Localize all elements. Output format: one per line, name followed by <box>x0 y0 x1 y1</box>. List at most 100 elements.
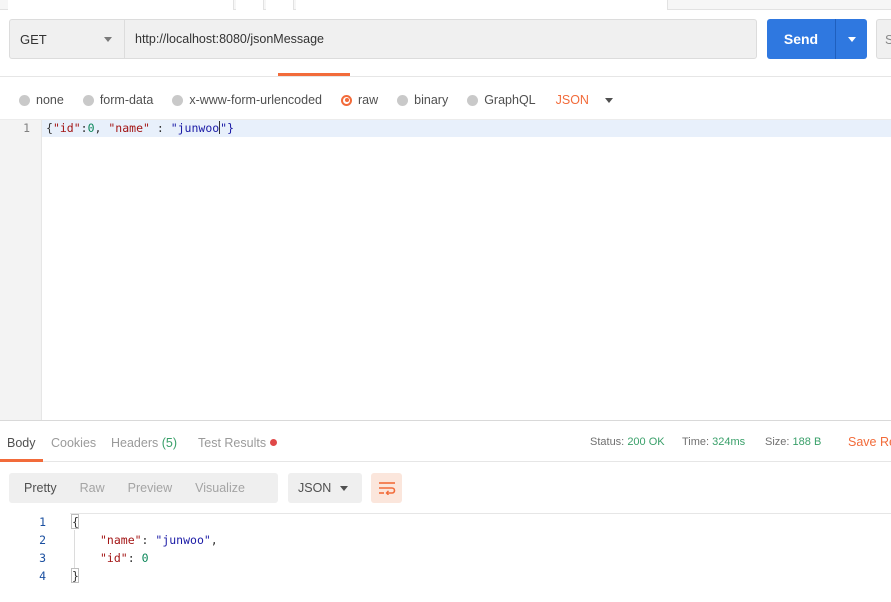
code-line: } <box>72 569 79 583</box>
format-raw[interactable]: Raw <box>80 481 105 495</box>
response-size: Size: 188 B <box>765 436 821 448</box>
body-type-urlencoded[interactable]: x-www-form-urlencoded <box>172 93 322 107</box>
line-number: 1 <box>23 121 30 135</box>
code-token: : <box>149 121 171 135</box>
line-number: 3 <box>39 551 46 565</box>
size-label: Size: <box>765 436 790 448</box>
code-token: "junwoo" <box>155 533 211 547</box>
code-line: { <box>72 515 79 529</box>
status-value: 200 OK <box>627 436 665 448</box>
body-type-label: none <box>36 93 64 107</box>
response-time: Time: 324ms <box>682 436 745 448</box>
send-options-button[interactable] <box>835 19 867 59</box>
method-select[interactable]: GET <box>9 19 125 59</box>
body-type-label: binary <box>414 93 449 107</box>
code-token: , <box>210 533 218 547</box>
tab-strip <box>0 0 891 10</box>
body-type-none[interactable]: none <box>19 93 64 107</box>
body-format-select[interactable]: JSON <box>556 93 613 107</box>
code-token: { <box>46 121 53 135</box>
time-value: 324ms <box>712 436 746 448</box>
tab-headers[interactable]: Headers (5) <box>111 436 177 450</box>
send-label: Send <box>783 31 819 47</box>
tab-headers-label: Headers <box>111 436 159 450</box>
size-value: 188 B <box>792 436 822 448</box>
tab-test-results[interactable]: Test Results <box>198 436 278 450</box>
indent-guide <box>74 530 75 568</box>
code-token: 0 <box>87 121 95 135</box>
tab-test-results-label: Test Results <box>198 436 267 450</box>
body-type-label: x-www-form-urlencoded <box>189 93 322 107</box>
send-button[interactable]: Send <box>767 19 867 59</box>
chevron-down-icon <box>604 97 613 103</box>
pane-divider[interactable] <box>0 420 891 421</box>
format-preview[interactable]: Preview <box>128 481 172 495</box>
radio-icon[interactable] <box>19 94 30 106</box>
tab-cookies[interactable]: Cookies <box>51 436 96 450</box>
url-value: http://localhost:8080/jsonMessage <box>135 32 325 46</box>
code-line: "id": 0 <box>100 551 149 565</box>
request-tab[interactable] <box>236 0 264 10</box>
response-language-select[interactable]: JSON <box>288 473 362 503</box>
chevron-down-icon <box>104 37 112 42</box>
code-line: "name": "junwoo", <box>100 533 218 547</box>
method-label: GET <box>20 31 47 47</box>
tab-area <box>296 0 668 10</box>
save-button[interactable]: S <box>876 19 891 59</box>
radio-icon[interactable] <box>467 94 479 106</box>
body-type-form-data[interactable]: form-data <box>82 93 154 107</box>
body-type-graphql[interactable]: GraphQL <box>467 93 536 107</box>
wrap-lines-button[interactable] <box>371 473 402 503</box>
response-language-label: JSON <box>298 481 332 495</box>
radio-selected-icon[interactable] <box>341 94 352 106</box>
format-pretty[interactable]: Pretty <box>24 481 57 495</box>
new-tab-button[interactable] <box>266 0 294 10</box>
divider <box>70 513 891 514</box>
body-type-label: raw <box>358 93 379 107</box>
time-label: Time: <box>682 436 710 448</box>
code-token: 0 <box>141 551 149 565</box>
code-token: : <box>127 551 142 565</box>
body-format-label: JSON <box>555 93 589 107</box>
url-input[interactable]: http://localhost:8080/jsonMessage <box>124 19 757 59</box>
wrap-lines-icon <box>378 482 395 495</box>
headers-count-badge: (5) <box>161 436 178 450</box>
editor-gutter <box>0 120 42 421</box>
radio-icon[interactable] <box>172 94 184 106</box>
request-bar: GET http://localhost:8080/jsonMessage Se… <box>0 10 891 76</box>
code-token: : <box>141 533 156 547</box>
code-token: , <box>94 121 109 135</box>
body-type-label: form-data <box>99 93 154 107</box>
request-tab[interactable] <box>8 0 234 10</box>
chevron-down-icon <box>340 486 348 491</box>
status-dot-icon <box>270 439 278 446</box>
code-line[interactable]: {"id":0, "name" : "junwoo"} <box>46 121 234 135</box>
line-number: 1 <box>39 515 46 529</box>
code-token: "name" <box>100 533 142 547</box>
line-number: 2 <box>39 533 46 547</box>
code-token: "} <box>220 121 235 135</box>
response-body-viewer[interactable]: 1 2 3 4 { "name": "junwoo", "id": 0 } <box>0 513 891 602</box>
body-type-raw[interactable]: raw <box>341 93 378 107</box>
request-body-editor[interactable]: 1 {"id":0, "name" : "junwoo"} <box>0 119 891 421</box>
radio-icon[interactable] <box>397 94 409 106</box>
code-token: "id" <box>52 121 81 135</box>
active-tab-indicator <box>0 459 43 462</box>
code-token: "id" <box>100 551 128 565</box>
tab-body[interactable]: Body <box>7 436 36 450</box>
response-tabs: Body Cookies Headers (5) Test Results St… <box>0 428 891 462</box>
radio-icon[interactable] <box>82 94 94 106</box>
divider <box>0 76 891 77</box>
code-token: "name" <box>108 121 150 135</box>
line-number: 4 <box>39 569 46 583</box>
response-format-tabs: Pretty Raw Preview Visualize <box>9 473 278 503</box>
format-visualize[interactable]: Visualize <box>195 481 245 495</box>
status-label: Status: <box>590 436 625 448</box>
chevron-down-icon <box>847 36 856 42</box>
body-type-label: GraphQL <box>484 93 536 107</box>
body-type-binary[interactable]: binary <box>397 93 448 107</box>
code-token: : <box>80 121 88 135</box>
save-response-button[interactable]: Save Re <box>848 435 891 449</box>
body-type-options: none form-data x-www-form-urlencoded raw… <box>0 84 891 116</box>
code-token: "junwoo <box>170 121 220 135</box>
